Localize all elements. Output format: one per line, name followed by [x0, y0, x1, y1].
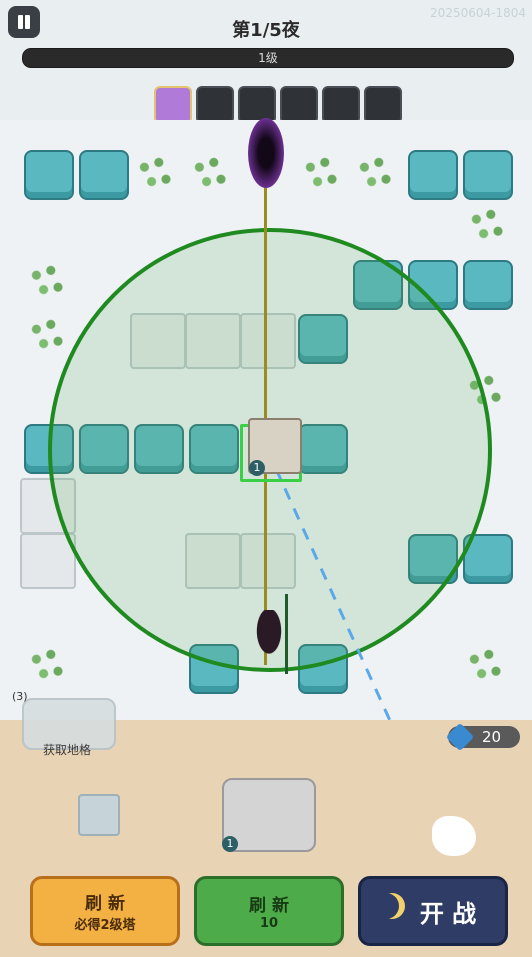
refresh-ad-subtitle: 必得2级塔	[74, 918, 136, 933]
stove-level-badge: 1	[222, 836, 238, 852]
tower-level-badge: 1	[249, 460, 265, 476]
start-battle-label: 开 战	[419, 899, 477, 928]
refresh-ad-button[interactable]: 刷 新 必得2级塔	[30, 876, 180, 946]
hero-character[interactable]	[248, 610, 290, 670]
refresh-gem-cost: 10	[259, 916, 279, 931]
start-battle-button[interactable]: 开 战	[358, 876, 508, 946]
refresh-ad-label: 刷 新	[85, 894, 125, 914]
video-ad-count: (3)	[12, 690, 28, 703]
enemy-portal	[248, 118, 284, 188]
moon-icon	[373, 893, 399, 919]
gem-counter: 20	[445, 722, 520, 752]
hero-staff-icon	[285, 594, 308, 674]
refresh-gem-label: 刷 新	[249, 896, 289, 916]
gem-count: 20	[482, 728, 502, 746]
get-grid-label: 获取地格	[42, 743, 91, 757]
tutorial-hand-icon	[432, 816, 476, 856]
refresh-gem-button[interactable]: 刷 新 10	[194, 876, 344, 946]
inventory-tile[interactable]	[78, 794, 120, 836]
